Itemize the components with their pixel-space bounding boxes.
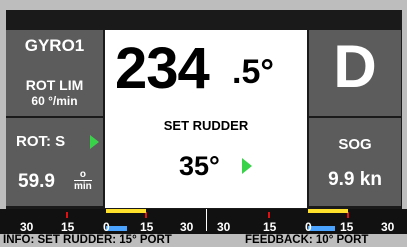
rot-panel: ROT: S 59.9 o min xyxy=(6,118,103,206)
rot-direction-arrow-icon xyxy=(90,135,99,149)
scale-divider xyxy=(206,209,207,231)
rot-limit: ROT LIM 60 °/min xyxy=(6,77,103,109)
info-feedback: FEEDBACK: 10° PORT xyxy=(245,234,369,246)
gyro-panel: GYRO1 ROT LIM 60 °/min xyxy=(6,30,103,116)
scale-label: 0 xyxy=(103,220,110,234)
scale-label: 30 xyxy=(381,220,395,234)
rot-unit: o min xyxy=(74,169,92,192)
steering-mode: D xyxy=(333,33,377,100)
rot-unit-minute: min xyxy=(74,181,92,192)
info-bar: INFO: SET RUDDER: 15° PORT FEEDBACK: 10°… xyxy=(0,234,407,247)
rot-value: 59.9 xyxy=(18,171,55,192)
rudder-direction-arrow-icon xyxy=(242,158,252,174)
sog-value: 9.9 kn xyxy=(328,169,382,190)
set-rudder-value: 35° xyxy=(179,151,220,181)
mode-panel: D xyxy=(309,30,401,116)
rudder-scale: 30 15 0 15 30 30 15 0 15 30 xyxy=(0,209,407,234)
scale-label: 0 xyxy=(305,220,312,234)
sog-panel: SOG 9.9 kn xyxy=(309,118,401,206)
set-rudder-bar xyxy=(308,209,348,213)
heading-integer: 234 xyxy=(115,36,210,101)
rot-limit-value: 60 °/min xyxy=(31,94,78,108)
scale-label: 15 xyxy=(140,220,154,234)
heading-fraction: .5° xyxy=(232,53,274,91)
scale-tick xyxy=(268,212,270,218)
info-set-rudder: INFO: SET RUDDER: 15° PORT xyxy=(3,234,172,246)
scale-label: 30 xyxy=(217,220,231,234)
right-border xyxy=(402,0,407,210)
scale-label: 15 xyxy=(61,220,75,234)
scale-label: 30 xyxy=(20,220,34,234)
sog-title: SOG xyxy=(338,136,372,153)
set-rudder-label: SET RUDDER xyxy=(163,118,249,133)
gyro-source: GYRO1 xyxy=(24,36,85,55)
feedback-bar xyxy=(308,226,335,231)
scale-label: 15 xyxy=(263,220,277,234)
autopilot-display: GYRO1 ROT LIM 60 °/min ROT: S 59.9 o min… xyxy=(0,0,407,247)
rot-limit-label: ROT LIM xyxy=(25,77,84,93)
top-border xyxy=(0,0,407,10)
heading-panel: 234 .5° SET RUDDER 35° xyxy=(105,30,307,208)
rot-title: ROT: S xyxy=(16,133,66,150)
set-rudder-bar xyxy=(106,209,146,213)
scale-label: 15 xyxy=(340,220,354,234)
scale-label: 30 xyxy=(180,220,194,234)
rot-unit-degree: o xyxy=(74,169,92,181)
scale-tick xyxy=(66,212,68,218)
